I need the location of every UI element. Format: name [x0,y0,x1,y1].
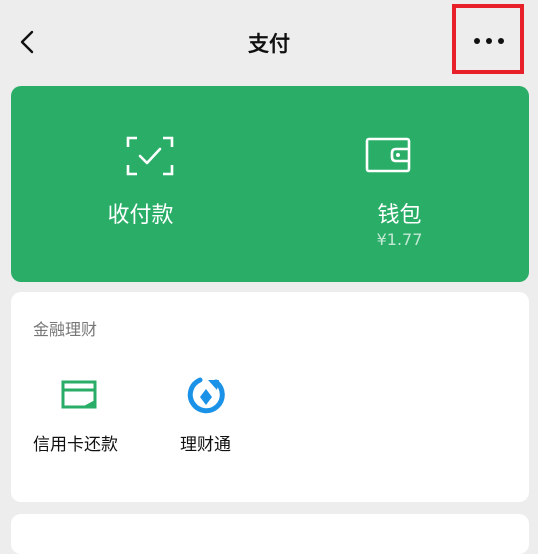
more-options-button[interactable] [452,4,524,74]
top-bar: 支付 [0,0,538,86]
credit-card-icon [61,380,97,409]
wallet-button[interactable]: 钱包 ¥1.77 [270,86,529,282]
wealth-management-button[interactable]: 理财通 [178,376,258,456]
wealth-management-label: 理财通 [180,435,231,455]
wallet-balance: ¥1.77 [376,230,423,249]
receive-payment-button[interactable]: 收付款 [11,86,270,282]
receive-payment-label: 收付款 [107,203,174,228]
wealth-icon [187,377,225,414]
credit-card-repayment-label: 信用卡还款 [33,435,118,455]
wallet-icon [365,137,411,173]
more-dots-icon [474,38,504,44]
credit-card-repayment-button[interactable]: 信用卡还款 [32,376,132,456]
finance-section-title: 金融理财 [33,320,98,339]
scan-check-icon [126,136,174,176]
next-section-card [11,514,529,554]
finance-section: 金融理财 信用卡还款 理财通 [11,292,529,502]
pay-card: 收付款 钱包 ¥1.77 [11,86,529,282]
wallet-label: 钱包 [377,203,422,228]
